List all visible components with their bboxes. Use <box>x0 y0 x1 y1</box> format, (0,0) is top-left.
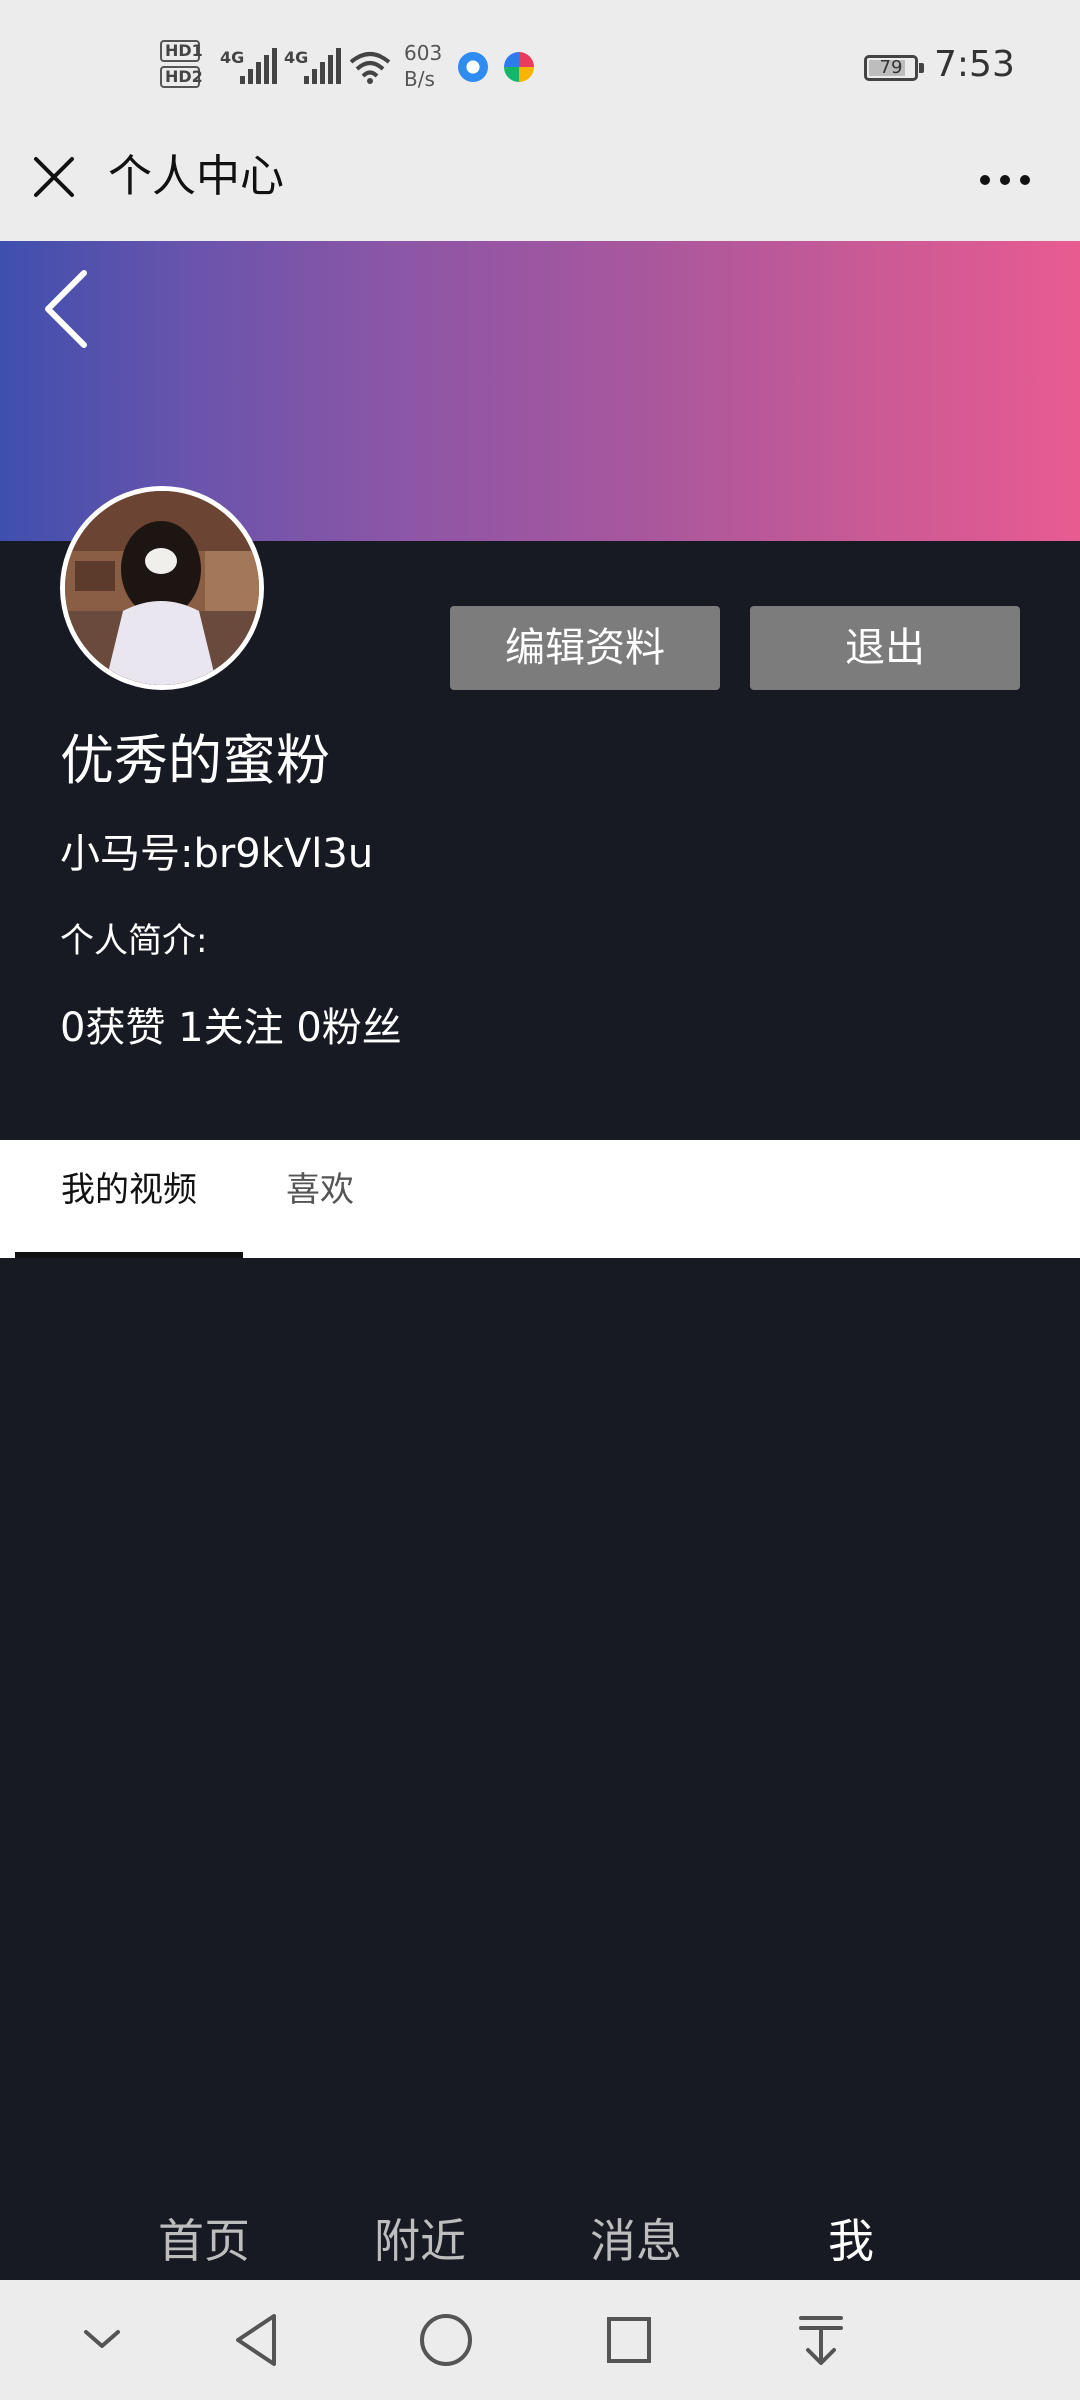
account-id: 小马号:br9kVl3u <box>60 831 374 877</box>
battery-icon: 79 <box>864 55 924 81</box>
battery-level: 79 <box>879 57 903 78</box>
back-arrow-icon[interactable] <box>40 269 90 349</box>
hd2-badge: HD2 <box>160 66 203 88</box>
home-circle-icon[interactable] <box>414 2308 478 2372</box>
more-options-icon[interactable] <box>978 173 1032 187</box>
notification-pull-down-icon[interactable] <box>796 2308 846 2372</box>
speed-unit: B/s <box>404 67 435 91</box>
title-bar: 个人中心 <box>0 135 1080 241</box>
hd1-badge: HD1 <box>160 40 203 62</box>
nav-home[interactable]: 首页 <box>158 2208 250 2274</box>
tab-my-videos[interactable]: 我的视频 <box>15 1140 243 1258</box>
recent-apps-icon[interactable] <box>602 2308 656 2372</box>
chevron-down-icon[interactable] <box>80 2308 124 2372</box>
avatar-photo <box>65 491 259 685</box>
back-triangle-icon[interactable] <box>230 2308 284 2372</box>
profile-bio: 个人简介: <box>60 921 208 961</box>
nav-nearby[interactable]: 附近 <box>374 2208 466 2274</box>
app-notification-icon <box>504 52 534 82</box>
page-title: 个人中心 <box>108 151 284 202</box>
hd-indicator: HD1 HD2 <box>160 40 203 92</box>
edit-profile-button[interactable]: 编辑资料 <box>450 606 720 690</box>
tab-likes[interactable]: 喜欢 <box>286 1140 354 1258</box>
profile-stats: 0获赞 1关注 0粉丝 <box>60 1005 402 1051</box>
content-tabs: 我的视频 喜欢 <box>0 1140 1080 1258</box>
signal-icon <box>240 48 277 84</box>
speed-value: 603 <box>404 41 443 65</box>
nav-me[interactable]: 我 <box>828 2208 874 2274</box>
status-bar: HD1 HD2 4G 4G 603 B/s 79 7:53 <box>0 0 1080 135</box>
clock: 7:53 <box>934 44 1015 85</box>
profile-name: 优秀的蜜粉 <box>60 729 330 792</box>
wifi-icon <box>349 52 391 84</box>
signal-icon-2 <box>304 48 341 84</box>
network-speed: 603 B/s <box>404 40 442 92</box>
system-navigation-bar <box>0 2280 1080 2400</box>
nav-messages[interactable]: 消息 <box>590 2208 682 2274</box>
close-icon[interactable] <box>32 155 76 199</box>
video-list-area <box>0 1258 1080 2198</box>
logout-button[interactable]: 退出 <box>750 606 1020 690</box>
browser-app-icon <box>458 52 488 82</box>
avatar[interactable] <box>60 486 264 690</box>
